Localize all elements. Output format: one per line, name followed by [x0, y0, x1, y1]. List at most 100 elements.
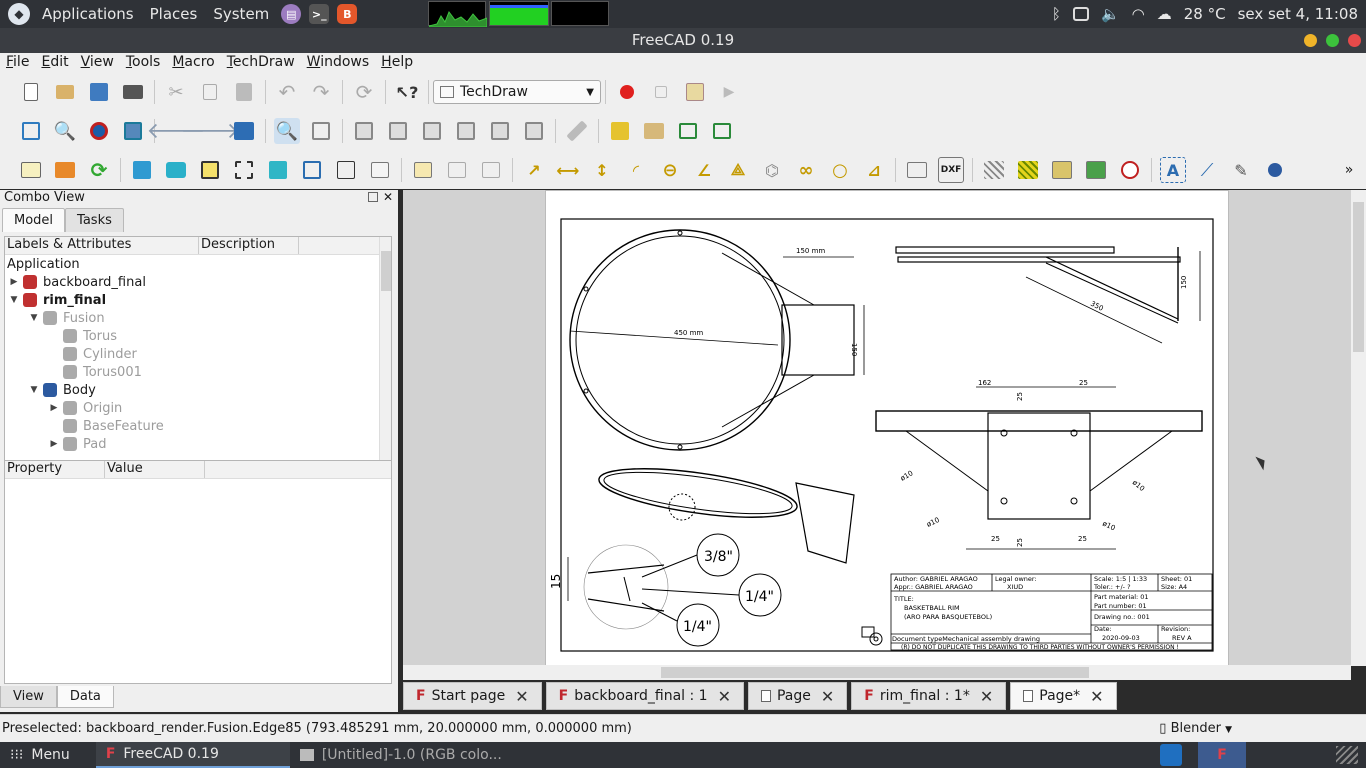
tree-item[interactable]: Torus: [5, 327, 391, 345]
collapse-arrow-icon[interactable]: ▶: [49, 439, 59, 449]
detail-view-icon[interactable]: [410, 157, 436, 183]
expand-arrow-icon[interactable]: ▼: [9, 295, 19, 305]
draw-style-icon[interactable]: [86, 118, 112, 144]
tree-item[interactable]: ▶ Pad: [5, 435, 391, 453]
right-view-icon[interactable]: [419, 118, 445, 144]
tab-data[interactable]: Data: [56, 686, 114, 708]
vertical-dimension-icon[interactable]: ↕: [589, 157, 615, 183]
maximize-button[interactable]: [1326, 34, 1339, 47]
tree-item[interactable]: ▼ Body: [5, 381, 391, 399]
print-icon[interactable]: [120, 79, 146, 105]
bottom-view-icon[interactable]: [487, 118, 513, 144]
rich-annotation-icon[interactable]: ✎: [1228, 157, 1254, 183]
three-point-angle-icon[interactable]: ⟁: [725, 157, 751, 183]
tab-start-page[interactable]: F Start page ✕: [403, 682, 542, 710]
length-dimension-icon[interactable]: ↗: [521, 157, 547, 183]
left-view-icon[interactable]: [521, 118, 547, 144]
applications-menu[interactable]: Applications: [34, 5, 142, 23]
vscode-icon[interactable]: [1160, 744, 1182, 766]
front-view-icon[interactable]: [351, 118, 377, 144]
radius-dimension-icon[interactable]: ◜: [623, 157, 649, 183]
redo-icon[interactable]: ↷: [308, 79, 334, 105]
minimize-button[interactable]: [1304, 34, 1317, 47]
balloon-icon[interactable]: [444, 157, 470, 183]
insert-page-icon[interactable]: [18, 157, 44, 183]
tab-page-modified[interactable]: Page* ✕: [1010, 682, 1117, 710]
link-icon[interactable]: [675, 118, 701, 144]
landmark-dimension-icon[interactable]: ⊿: [861, 157, 887, 183]
collapse-arrow-icon[interactable]: ▶: [9, 277, 19, 287]
task-gimp[interactable]: [Untitled]-1.0 (RGB colo...: [290, 742, 512, 768]
angle-dimension-icon[interactable]: ∠: [691, 157, 717, 183]
temperature-text[interactable]: 28 °C: [1184, 5, 1226, 23]
tree-item[interactable]: ▶ Origin: [5, 399, 391, 417]
link-actions-icon[interactable]: [709, 118, 735, 144]
insert-view-icon[interactable]: [129, 157, 155, 183]
techdraw-page-view[interactable]: 450 mm 150 mm 150 350 150 162 25 25 25 2…: [403, 190, 1353, 666]
tree-item[interactable]: ▼ rim_final: [5, 291, 391, 309]
brave-browser-icon[interactable]: B: [337, 4, 358, 24]
window-title-bar[interactable]: FreeCAD 0.19: [0, 28, 1366, 53]
freecad-tray-icon[interactable]: F: [1198, 742, 1246, 768]
zoom-tool-icon[interactable]: 🔍: [274, 118, 300, 144]
bounding-box-icon[interactable]: [120, 118, 146, 144]
open-icon[interactable]: [52, 79, 78, 105]
system-menu[interactable]: System: [205, 5, 277, 23]
new-document-icon[interactable]: [18, 79, 44, 105]
spreadsheet-view-icon[interactable]: [367, 157, 393, 183]
show-desktop-button[interactable]: [1336, 746, 1358, 764]
menu-edit[interactable]: Edit: [35, 53, 74, 73]
redraw-page-icon[interactable]: ⟳: [86, 157, 112, 183]
tree-item[interactable]: Application: [5, 255, 391, 273]
toggle-frames-icon[interactable]: [1117, 157, 1143, 183]
arch-view-icon[interactable]: [265, 157, 291, 183]
launcher-icon[interactable]: ▤: [281, 4, 302, 24]
horizontal-dimension-icon[interactable]: ⟷: [555, 157, 581, 183]
fit-selection-icon[interactable]: 🔍: [52, 118, 78, 144]
insert-template-icon[interactable]: [52, 157, 78, 183]
col-property[interactable]: Property: [5, 461, 105, 478]
create-group-icon[interactable]: [641, 118, 667, 144]
create-part-icon[interactable]: [607, 118, 633, 144]
draft-view-icon[interactable]: [333, 157, 359, 183]
balloon-annotation-icon[interactable]: ○: [827, 157, 853, 183]
menu-view[interactable]: View: [75, 53, 120, 73]
collapse-arrow-icon[interactable]: ▶: [49, 403, 59, 413]
leader-line-icon[interactable]: ⟋: [1194, 157, 1220, 183]
bluetooth-icon[interactable]: ᛒ: [1052, 5, 1061, 23]
terminal-icon[interactable]: >_: [309, 4, 330, 24]
close-tab-icon[interactable]: ✕: [980, 687, 993, 706]
copy-icon[interactable]: [197, 79, 223, 105]
menu-macro[interactable]: Macro: [166, 53, 220, 73]
measure-icon[interactable]: [564, 118, 590, 144]
expand-arrow-icon[interactable]: ▼: [29, 313, 39, 323]
close-tab-icon[interactable]: ✕: [718, 687, 731, 706]
tab-page[interactable]: Page ✕: [747, 682, 848, 710]
save-icon[interactable]: [86, 79, 112, 105]
tree-item[interactable]: Torus001: [5, 363, 391, 381]
keyboard-icon[interactable]: [1072, 7, 1089, 21]
forward-icon[interactable]: 🡒: [181, 118, 240, 144]
drawing-sheet[interactable]: 450 mm 150 mm 150 350 150 162 25 25 25 2…: [545, 190, 1229, 666]
tree-item[interactable]: BaseFeature: [5, 417, 391, 435]
tree-item[interactable]: Cylinder: [5, 345, 391, 363]
annotation-icon[interactable]: A: [1160, 157, 1186, 183]
stop-macro-icon[interactable]: [648, 79, 674, 105]
macro-editor-icon[interactable]: [682, 79, 708, 105]
close-button[interactable]: [1348, 34, 1361, 47]
tab-rim-final[interactable]: F rim_final : 1* ✕: [851, 682, 1007, 710]
close-tab-icon[interactable]: ✕: [821, 687, 834, 706]
hatch-icon[interactable]: [981, 157, 1007, 183]
float-panel-icon[interactable]: [368, 192, 378, 202]
col-description[interactable]: Description: [199, 237, 299, 254]
tree-item[interactable]: ▶ backboard_final: [5, 273, 391, 291]
hatch-view-icon[interactable]: [478, 157, 504, 183]
clip-group-icon[interactable]: [299, 157, 325, 183]
tab-tasks[interactable]: Tasks: [65, 208, 124, 232]
cut-icon[interactable]: ✂: [163, 79, 189, 105]
tab-model[interactable]: Model: [2, 208, 66, 232]
start-menu-button[interactable]: ⁝⁝⁝ Menu: [0, 742, 80, 768]
clock-text[interactable]: sex set 4, 11:08: [1238, 5, 1358, 23]
tab-backboard[interactable]: F backboard_final : 1 ✕: [545, 682, 744, 710]
top-view-icon[interactable]: [385, 118, 411, 144]
